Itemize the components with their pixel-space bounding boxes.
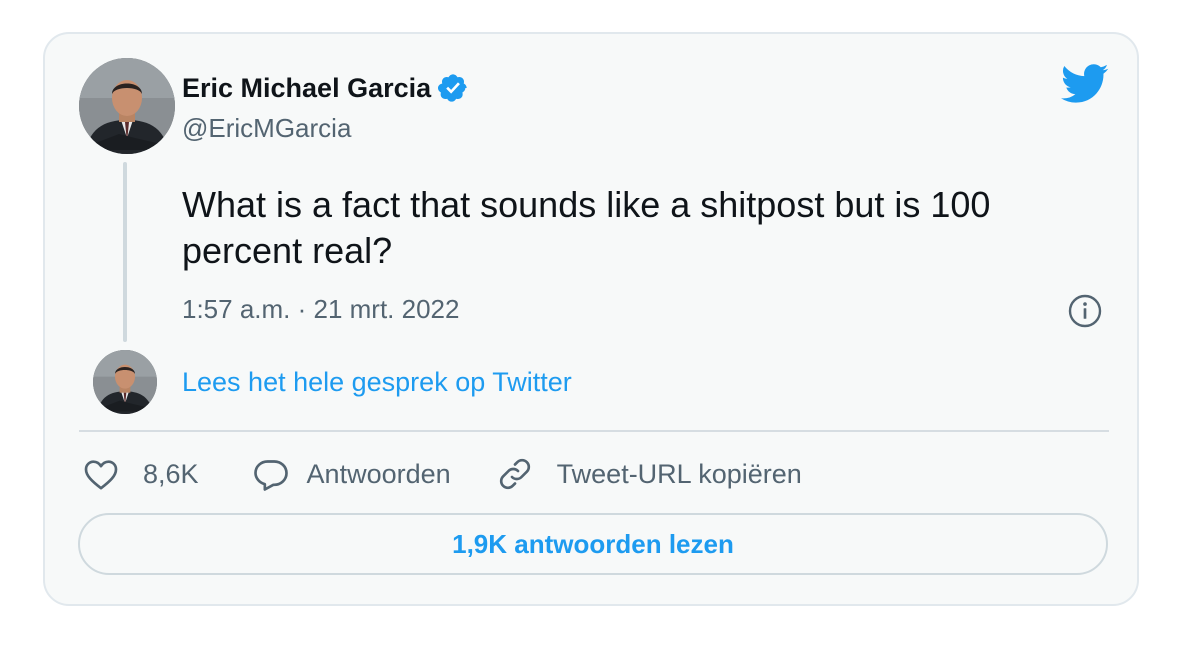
author-name-row[interactable]: Eric Michael Garcia [182,70,469,106]
thread-avatar[interactable] [93,350,157,414]
like-button[interactable]: 8,6K [81,454,199,494]
tweet-timestamp[interactable]: 1:57 a.m. · 21 mrt. 2022 [182,294,459,325]
link-icon [499,458,530,490]
thread-connector-line [123,162,127,342]
read-conversation-link[interactable]: Lees het hele gesprek op Twitter [182,367,572,398]
twitter-bird-icon[interactable] [1061,64,1109,104]
divider [79,430,1109,432]
reply-button[interactable]: Antwoorden [251,454,451,494]
copy-link-button[interactable]: Tweet-URL kopiëren [495,454,802,494]
action-bar: 8,6K Antwoorden Tweet-URL kopiëren [81,452,802,496]
speech-bubble-icon [253,460,288,491]
read-replies-label: 1,9K antwoorden lezen [452,528,734,559]
info-icon[interactable] [1067,293,1103,329]
heart-icon [84,460,118,490]
tweet-text: What is a fact that sounds like a shitpo… [182,184,991,271]
avatar-photo-icon [79,58,175,154]
reply-label: Antwoorden [306,458,451,489]
copy-link-label: Tweet-URL kopiëren [556,458,802,489]
author-avatar[interactable] [79,58,175,154]
author-handle[interactable]: @EricMGarcia [182,113,351,144]
avatar-photo-icon [93,350,157,414]
like-count: 8,6K [143,458,199,489]
verified-badge-icon [438,74,467,102]
read-replies-button[interactable]: 1,9K antwoorden lezen [78,513,1108,575]
tweet-card[interactable]: Eric Michael Garcia @EricMGarcia What is… [43,32,1139,606]
author-display-name[interactable]: Eric Michael Garcia [182,73,431,104]
